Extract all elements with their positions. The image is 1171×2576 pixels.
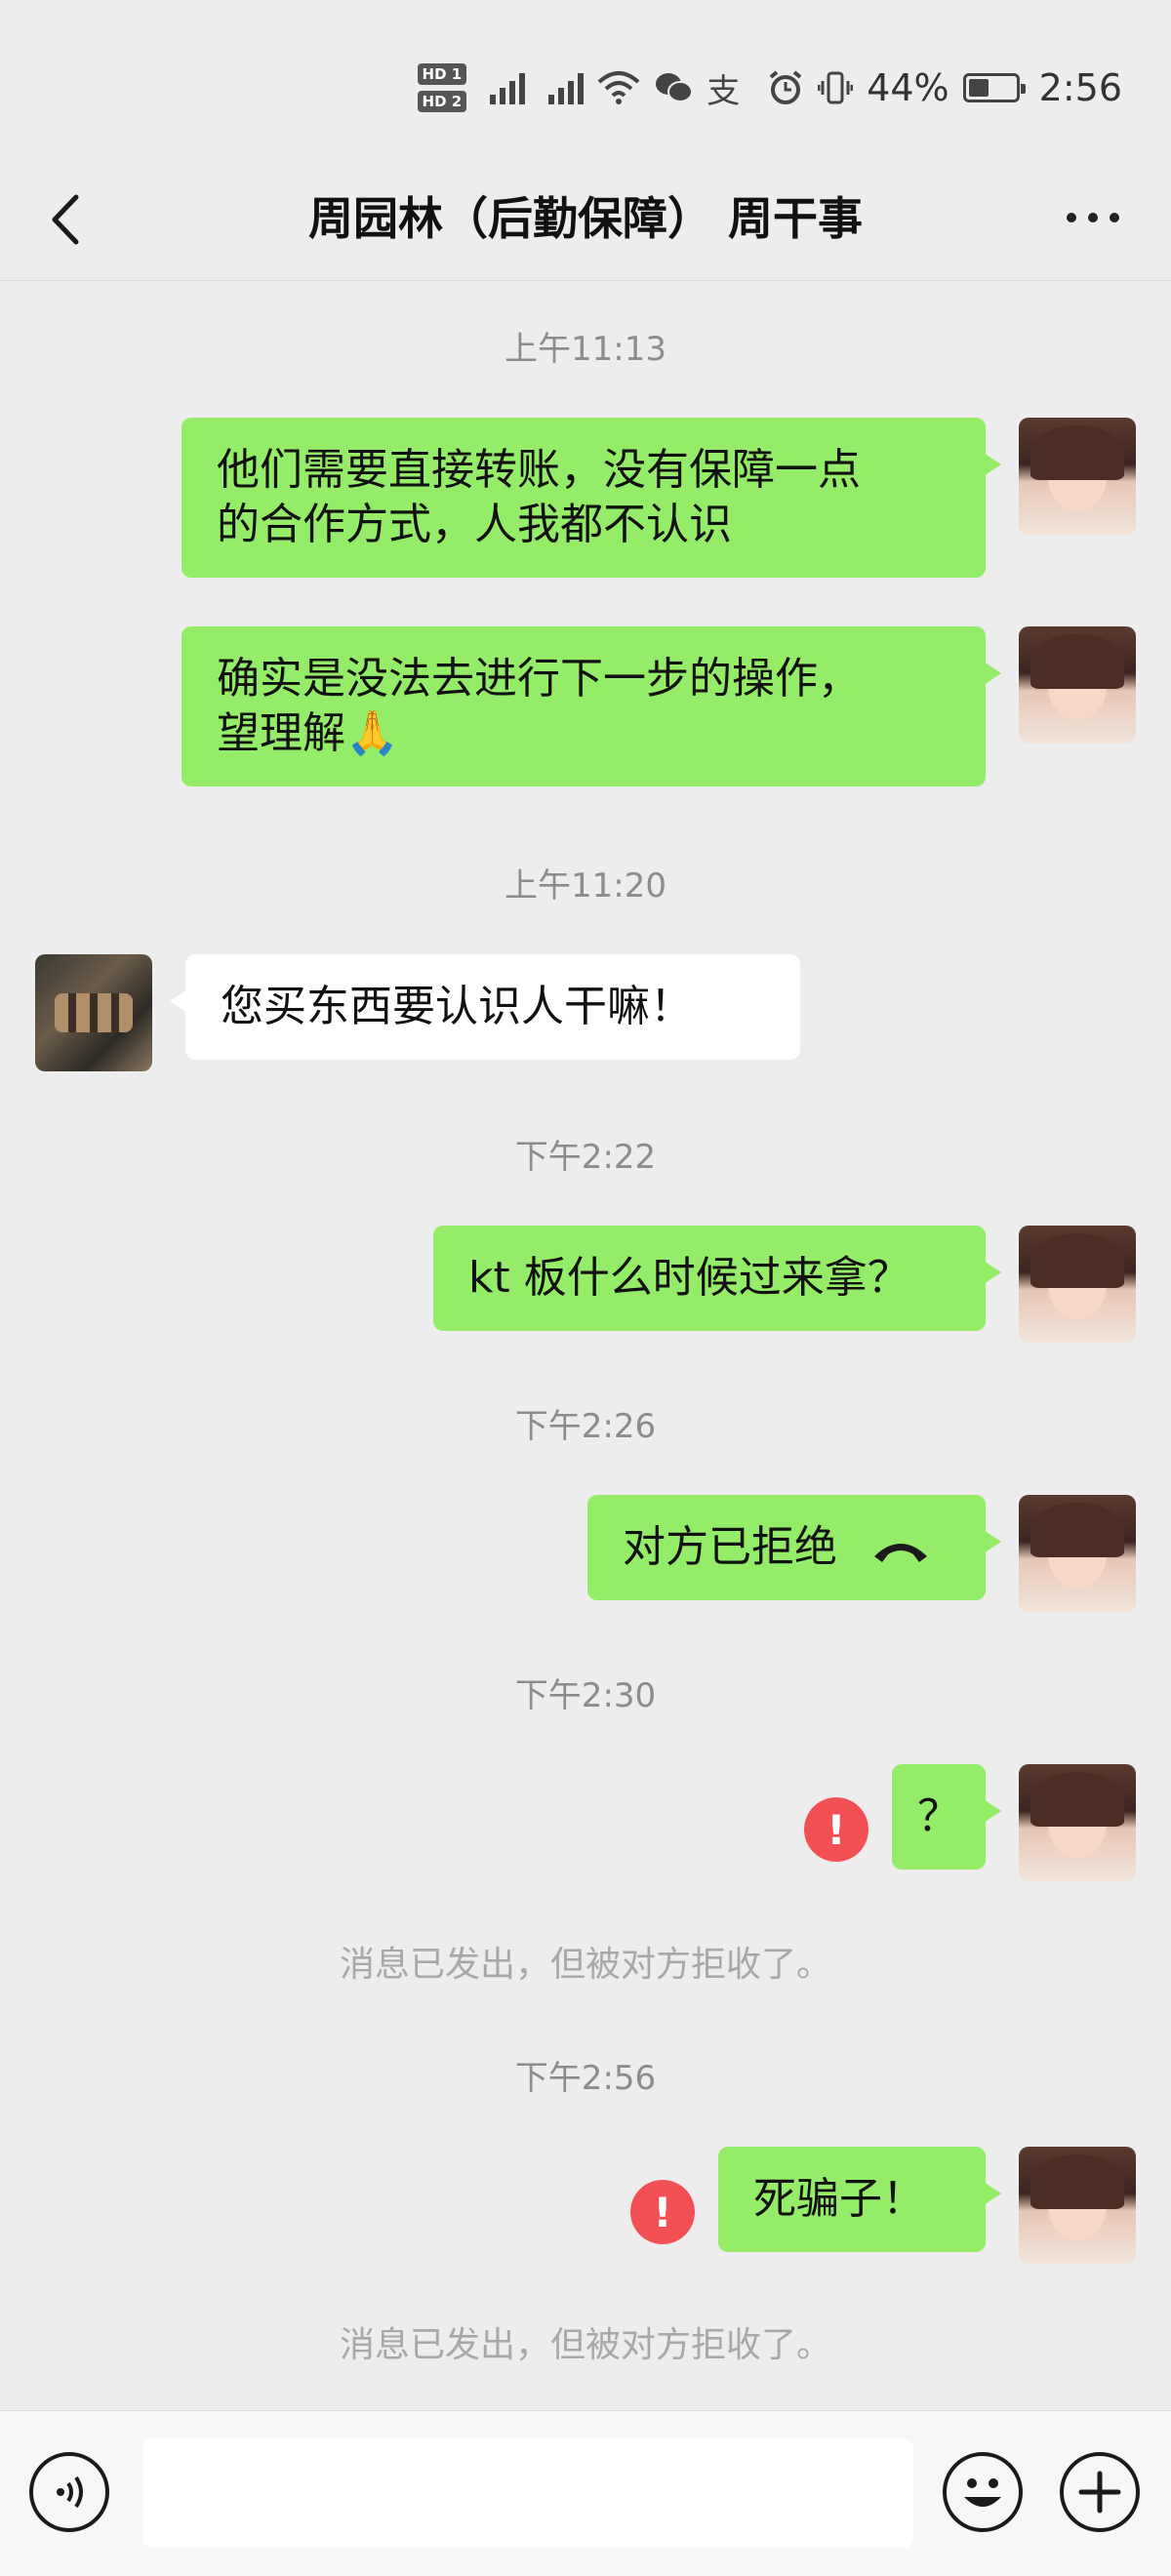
sent-message[interactable]: kt 板什么时候过来拿？ <box>433 1226 1001 1331</box>
contact-avatar[interactable] <box>35 954 152 1071</box>
timestamp: 下午2:30 <box>514 1676 657 1715</box>
avatar[interactable] <box>1019 418 1136 535</box>
avatar[interactable] <box>1019 626 1136 744</box>
timestamp: 上午11:20 <box>505 866 666 906</box>
send-failed-icon[interactable]: ! <box>804 1797 868 1862</box>
input-bar <box>0 2410 1171 2576</box>
alipay-icon: 支 <box>707 71 741 111</box>
plus-icon[interactable] <box>1060 2452 1140 2532</box>
sent-message[interactable]: 他们需要直接转账，没有保障一点 的合作方式，人我都不认识 <box>182 418 1001 578</box>
timestamp: 下午2:56 <box>514 2059 657 2098</box>
sent-message[interactable]: 确实是没法去进行下一步的操作， 望理解🙏 <box>182 626 1001 786</box>
alarm-icon <box>769 70 802 104</box>
status-bar: HD 1 HD 2 支 44% 2:56 <box>0 0 1171 156</box>
sent-message[interactable]: ？ <box>892 1764 1001 1870</box>
vibrate-icon <box>818 71 854 104</box>
message-line: 他们需要直接转账，没有保障一点 <box>217 445 861 495</box>
message-list[interactable]: 上午11:13 他们需要直接转账，没有保障一点 的合作方式，人我都不认识 确实是… <box>0 283 1171 2410</box>
back-arrow-icon[interactable] <box>39 185 98 254</box>
sent-message[interactable]: 死骗子！ <box>718 2147 1001 2252</box>
hd1-badge: HD 1 <box>417 63 467 85</box>
message-input[interactable] <box>142 2438 913 2548</box>
avatar[interactable] <box>1019 2147 1136 2264</box>
hd2-badge: HD 2 <box>417 91 467 112</box>
wechat-icon <box>656 73 694 102</box>
voice-icon[interactable] <box>29 2452 109 2532</box>
hangup-icon <box>874 1544 927 1562</box>
message-line: 确实是没法去进行下一步的操作， <box>217 654 861 704</box>
message-line: 的合作方式，人我都不认识 <box>217 500 732 549</box>
rejected-notice: 消息已发出，但被对方拒收了。 <box>339 2325 831 2365</box>
status-icons: HD 1 HD 2 支 44% 2:56 <box>417 59 1122 117</box>
chat-title: 周园林（后勤保障） 周干事 <box>307 192 863 245</box>
chat-header: 周园林（后勤保障） 周干事 <box>0 156 1171 281</box>
more-options-icon[interactable] <box>1054 193 1132 242</box>
battery-percent: 44% <box>867 66 949 109</box>
hd-indicators: HD 1 HD 2 <box>417 63 467 112</box>
avatar[interactable] <box>1019 1226 1136 1343</box>
wifi-icon <box>597 71 640 104</box>
avatar[interactable] <box>1019 1764 1136 1881</box>
message-line: 望理解🙏 <box>217 708 399 758</box>
emoji-icon[interactable] <box>943 2452 1023 2532</box>
timestamp: 上午11:13 <box>505 330 666 369</box>
avatar[interactable] <box>1019 1495 1136 1612</box>
battery-icon <box>962 73 1026 102</box>
timestamp: 下午2:22 <box>514 1138 657 1177</box>
timestamp: 下午2:26 <box>514 1407 657 1446</box>
rejected-notice: 消息已发出，但被对方拒收了。 <box>339 1945 831 1985</box>
received-message[interactable]: 您买东西要认识人干嘛！ <box>170 954 800 1060</box>
call-record-message[interactable]: 对方已拒绝 <box>587 1495 1001 1600</box>
send-failed-icon[interactable]: ! <box>630 2180 695 2244</box>
clock: 2:56 <box>1038 66 1122 109</box>
signal-icon <box>490 71 526 104</box>
call-status-text: 对方已拒绝 <box>623 1522 837 1572</box>
signal-icon-2 <box>548 71 585 104</box>
